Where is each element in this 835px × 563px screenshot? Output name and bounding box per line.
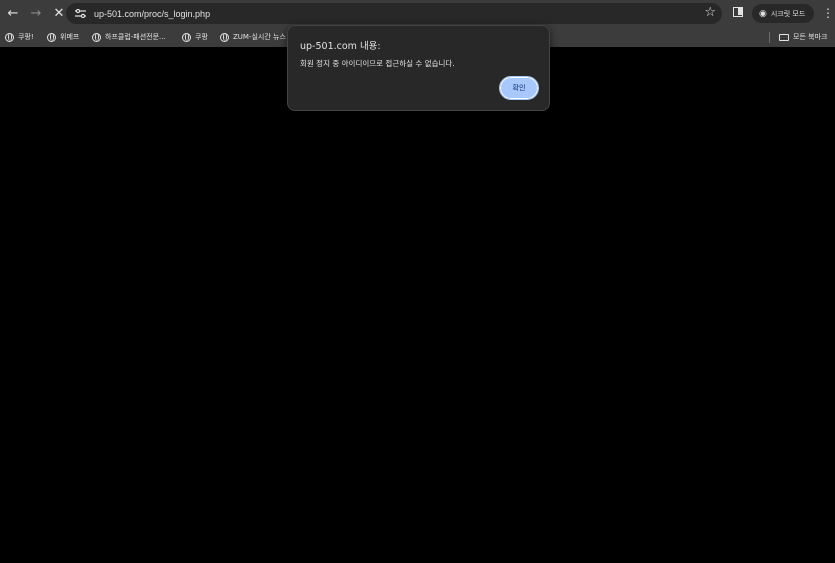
incognito-label: 시크릿 모드 [770,9,806,18]
bookmark-label: 쿠팡 [195,33,208,41]
bookmark-label: ZUM-실시간 뉴스 [233,33,286,41]
more-menu-icon[interactable]: ⋮ [822,6,834,20]
bookmark-label: 위메프 [60,33,80,41]
ok-button[interactable]: 확인 [499,76,539,100]
address-bar[interactable]: up-501.com/proc/s_login.php ☆ [66,3,722,24]
incognito-chip[interactable]: ◉ 시크릿 모드 [752,4,814,23]
globe-icon [92,32,101,42]
bookmarks-divider [769,32,770,43]
site-settings-icon[interactable] [72,6,88,22]
bookmark-item[interactable]: 위메프 [47,30,79,44]
globe-icon [47,32,56,42]
folder-icon [779,33,789,41]
bookmark-label: 하프클럽-패션전문... [105,33,166,41]
incognito-icon: ◉ [759,8,767,19]
side-panel-icon[interactable] [733,7,743,17]
alert-dialog: up-501.com 내용: 회원 정지 중 아이디이므로 접근하실 수 없습니… [287,25,550,111]
url-text[interactable]: up-501.com/proc/s_login.php [94,9,210,19]
browser-toolbar: ← → ✕ up-501.com/proc/s_login.php ☆ ◉ 시크… [0,0,835,27]
bookmark-label: 쿠팡! [18,33,34,41]
dialog-message: 회원 정지 중 아이디이므로 접근하실 수 없습니다. [300,59,455,68]
back-icon[interactable]: ← [3,4,23,24]
all-bookmarks-label: 모든 북마크 [793,33,828,41]
dialog-title: up-501.com 내용: [300,41,381,52]
bookmark-item[interactable]: 하프클럽-패션전문... [92,30,166,44]
bookmark-item[interactable]: ZUM-실시간 뉴스 [220,30,286,44]
globe-icon [182,32,191,42]
bookmark-item[interactable]: 쿠팡 [182,30,208,44]
all-bookmarks-button[interactable]: 모든 북마크 [779,30,827,44]
bookmark-item[interactable]: 쿠팡! [5,30,34,44]
forward-icon[interactable]: → [26,4,46,24]
bookmark-star-icon[interactable]: ☆ [704,5,716,20]
globe-icon [220,32,229,42]
globe-icon [5,32,14,42]
